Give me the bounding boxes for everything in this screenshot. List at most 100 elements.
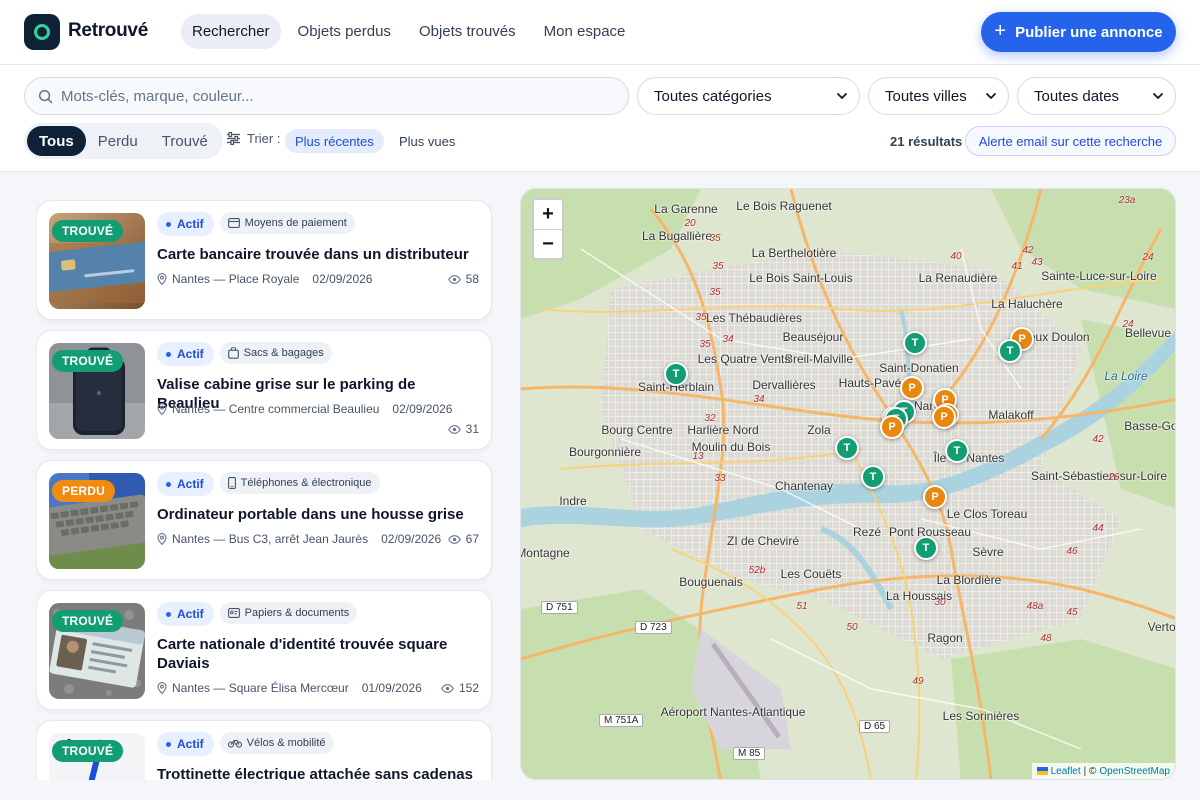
listing-card[interactable]: TROUVÉ Actif Moyens de paiement Carte ba… bbox=[36, 200, 492, 320]
listing-card[interactable]: TROUVÉ Actif Papiers & documents Carte n… bbox=[36, 590, 492, 710]
listing-title[interactable]: Carte nationale d'identité trouvée squar… bbox=[157, 635, 477, 673]
map-place-label: Hauts-Pavés bbox=[838, 376, 908, 390]
map-place-label: Zola bbox=[807, 423, 831, 437]
found-marker[interactable]: T bbox=[998, 339, 1022, 363]
eye-icon bbox=[447, 274, 461, 284]
card-tags: Actif Vélos & mobilité bbox=[157, 732, 334, 756]
lost-marker[interactable]: P bbox=[932, 405, 956, 429]
email-alert-button[interactable]: Alerte email sur cette recherche bbox=[965, 126, 1176, 156]
road-number: 24 bbox=[1122, 319, 1134, 330]
type-badge: TROUVÉ bbox=[52, 610, 124, 632]
plus-icon: + bbox=[994, 20, 1007, 42]
search-box[interactable] bbox=[24, 77, 629, 115]
nav-mon-espace[interactable]: Mon espace bbox=[533, 14, 637, 49]
zoom-in-button[interactable]: + bbox=[534, 200, 562, 229]
road-number: 45 bbox=[1066, 607, 1078, 618]
city-select-value: Toutes villes bbox=[885, 87, 967, 105]
segment-trouve[interactable]: Trouvé bbox=[150, 126, 220, 156]
results-map[interactable]: + − Le Bois Raguenet La Garenne La Bugalli… bbox=[520, 188, 1176, 780]
logo-icon[interactable] bbox=[24, 14, 60, 50]
status-badge: Actif bbox=[157, 602, 214, 626]
openstreetmap-link[interactable]: OpenStreetMap bbox=[1099, 766, 1170, 777]
listing-location: Nantes — Bus C3, arrêt Jean Jaurès bbox=[172, 532, 369, 546]
map-place-label: Harlière Nord bbox=[687, 423, 759, 437]
map-place-label: ZI de Cheviré bbox=[726, 534, 800, 548]
date-select-value: Toutes dates bbox=[1034, 87, 1120, 105]
listing-title[interactable]: Carte bancaire trouvée dans un distribut… bbox=[157, 245, 477, 264]
found-marker[interactable]: T bbox=[664, 362, 688, 386]
nav-objets-trouves[interactable]: Objets trouvés bbox=[408, 14, 527, 49]
leaflet-link[interactable]: Leaflet bbox=[1051, 766, 1081, 777]
map-place-label: Les Sorinières bbox=[942, 709, 1020, 723]
results-count: 21 résultats bbox=[890, 134, 963, 149]
date-select[interactable]: Toutes dates bbox=[1017, 77, 1176, 115]
sort-views-chip[interactable]: Plus vues bbox=[389, 129, 465, 153]
listing-title[interactable]: Trottinette électrique attachée sans cad… bbox=[157, 765, 477, 780]
listing-date: 02/09/2026 bbox=[392, 402, 453, 416]
map-place-label: Malakoff bbox=[988, 408, 1034, 422]
found-marker[interactable]: T bbox=[914, 536, 938, 560]
id-card-icon bbox=[227, 608, 240, 618]
listing-card[interactable]: TROUVÉ Actif Vélos & mobilité Trottinett… bbox=[36, 720, 492, 780]
search-icon bbox=[38, 89, 53, 103]
status-badge: Actif bbox=[157, 472, 214, 496]
road-number: 20 bbox=[684, 218, 696, 229]
zoom-out-button[interactable]: − bbox=[534, 229, 562, 258]
road-number: 49 bbox=[912, 676, 924, 687]
road-number: 23a bbox=[1118, 195, 1136, 206]
lost-marker[interactable]: P bbox=[880, 415, 904, 439]
found-marker[interactable]: T bbox=[861, 465, 885, 489]
city-select[interactable]: Toutes villes bbox=[868, 77, 1009, 115]
map-place-label: Breil-Malville bbox=[784, 352, 854, 366]
map-place-label: Les Quatre Vents bbox=[697, 352, 791, 366]
card-tags: Actif Moyens de paiement bbox=[157, 212, 355, 236]
listing-meta: Nantes — Bus C3, arrêt Jean Jaurès 02/09… bbox=[157, 532, 441, 546]
publish-button-label: Publier une annonce bbox=[1015, 23, 1163, 41]
lost-marker[interactable]: P bbox=[900, 376, 924, 400]
nav-rechercher[interactable]: Rechercher bbox=[181, 14, 281, 49]
listing-title[interactable]: Ordinateur portable dans une housse gris… bbox=[157, 505, 477, 524]
map-place-label: Montagne bbox=[520, 546, 570, 560]
lost-marker[interactable]: P bbox=[923, 485, 947, 509]
eye-icon bbox=[441, 683, 454, 693]
road-number: 34 bbox=[722, 334, 734, 345]
main-nav: Rechercher Objets perdus Objets trouvés … bbox=[181, 14, 636, 49]
listing-location: Nantes — Square Élisa Mercœur bbox=[172, 681, 349, 695]
road-number: 35 bbox=[709, 233, 721, 244]
listing-date: 01/09/2026 bbox=[361, 681, 422, 695]
found-marker[interactable]: T bbox=[945, 439, 969, 463]
card-tags: Actif Téléphones & électronique bbox=[157, 472, 380, 496]
sliders-icon bbox=[227, 132, 240, 145]
map-pin-icon bbox=[157, 273, 167, 285]
road-number: 42 bbox=[1092, 434, 1104, 445]
chevron-down-icon bbox=[837, 93, 847, 99]
segment-tous[interactable]: Tous bbox=[27, 126, 86, 156]
map-place-label: Le Bois Saint-Louis bbox=[749, 271, 853, 285]
road-number: 41 bbox=[1011, 261, 1023, 272]
category-badge: Vélos & mobilité bbox=[219, 732, 334, 754]
search-input[interactable] bbox=[61, 87, 601, 105]
sort-recent-chip[interactable]: Plus récentes bbox=[285, 129, 384, 153]
nav-objets-perdus[interactable]: Objets perdus bbox=[287, 14, 402, 49]
status-badge: Actif bbox=[157, 212, 214, 236]
brand-name[interactable]: Retrouvé bbox=[68, 20, 148, 42]
map-place-label: Le Bois Raguenet bbox=[736, 199, 832, 213]
listing-card[interactable]: PERDU Actif Téléphones & électronique Or… bbox=[36, 460, 492, 580]
map-place-label: Dervallières bbox=[752, 378, 816, 392]
publish-button[interactable]: + Publier une annonce bbox=[981, 12, 1176, 52]
map-attribution: Leaflet | © OpenStreetMap bbox=[1031, 763, 1175, 779]
segment-perdu[interactable]: Perdu bbox=[86, 126, 150, 156]
found-marker[interactable]: T bbox=[903, 331, 927, 355]
listing-meta: Nantes — Square Élisa Mercœur 01/09/2026 bbox=[157, 681, 422, 695]
road-number: 35 bbox=[695, 312, 707, 323]
road-badge: M 85 bbox=[733, 747, 766, 760]
category-select[interactable]: Toutes catégories bbox=[637, 77, 860, 115]
listing-meta: Nantes — Centre commercial Beaulieu 02/0… bbox=[157, 402, 452, 416]
found-marker[interactable]: T bbox=[835, 436, 859, 460]
road-number: 44 bbox=[1092, 523, 1104, 534]
listing-card[interactable]: TROUVÉ Actif Sacs & bagages Valise cabin… bbox=[36, 330, 492, 450]
listing-views: 31 bbox=[447, 422, 479, 436]
top-header: Retrouvé Rechercher Objets perdus Objets… bbox=[0, 0, 1200, 65]
map-place-label: Indre bbox=[559, 494, 587, 508]
road-number: 48 bbox=[1040, 633, 1052, 644]
